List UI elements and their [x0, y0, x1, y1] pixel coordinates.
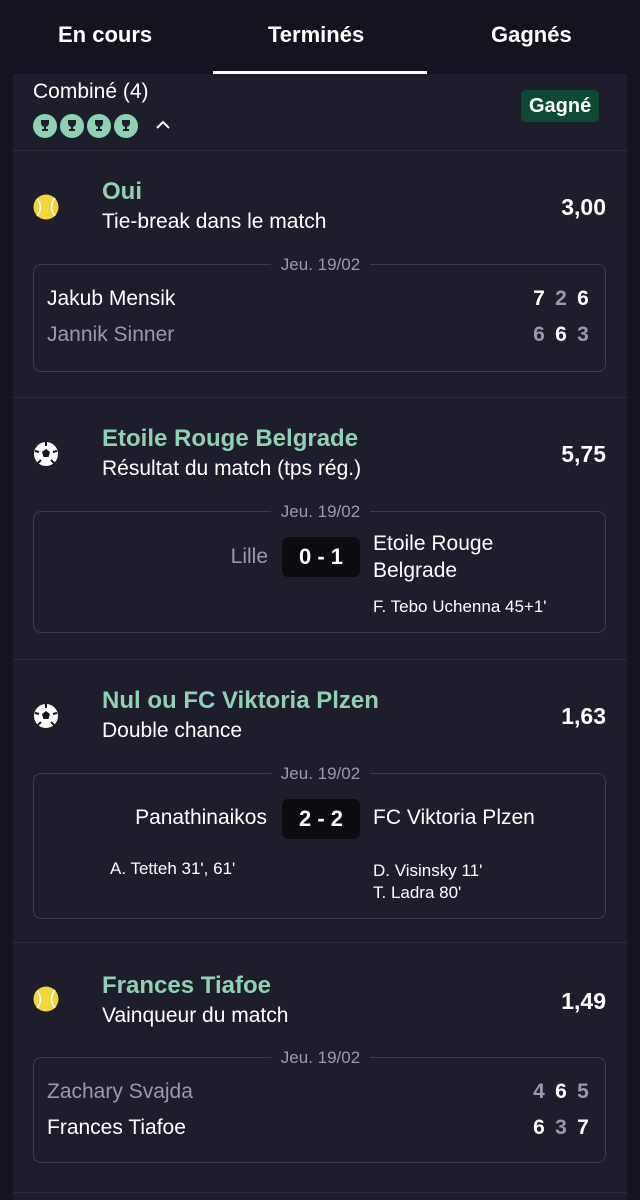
home-team: Panathinaikos	[135, 806, 267, 829]
selection-market: Vainqueur du match	[102, 1004, 289, 1027]
away-team: Etoile Rouge Belgrade	[373, 532, 494, 582]
set-score: 6	[533, 1116, 545, 1139]
set-score: 6	[555, 323, 567, 346]
set-score: 3	[577, 323, 589, 346]
set-scores: 6 6 3	[531, 323, 591, 347]
soccer-ball-icon	[34, 704, 58, 728]
soccer-ball-icon	[34, 442, 58, 466]
set-score: 5	[577, 1080, 589, 1103]
player-name: Jannik Sinner	[47, 323, 175, 346]
selection-pick: Nul ou FC Viktoria Plzen	[102, 687, 379, 714]
tab-en-cours[interactable]: En cours	[58, 22, 152, 48]
player-row: Jakub Mensik 7 2 6	[47, 287, 591, 317]
set-score: 2	[555, 287, 567, 310]
selection-odds: 5,75	[561, 441, 606, 467]
set-score: 4	[533, 1080, 545, 1103]
tab-termines[interactable]: Terminés	[268, 22, 364, 48]
player-row: Jannik Sinner 6 6 3	[47, 323, 591, 353]
match-score: 0 - 1	[282, 537, 360, 577]
trophy-icon	[87, 114, 111, 138]
selection-pick: Etoile Rouge Belgrade	[102, 425, 359, 452]
match-result-box: Jeu. 19/02 Lille 0 - 1 Etoile Rouge Belg…	[33, 502, 606, 633]
selection-4[interactable]: Frances Tiafoe Vainqueur du match 1,49 J…	[13, 942, 627, 1192]
tennis-ball-icon	[33, 986, 59, 1012]
player-name: Frances Tiafoe	[47, 1116, 186, 1139]
selection-market: Résultat du match (tps rég.)	[102, 457, 362, 480]
set-score: 7	[533, 287, 545, 310]
match-date: Jeu. 19/02	[34, 764, 607, 784]
selection-odds: 3,00	[561, 194, 606, 220]
chevron-up-icon[interactable]	[154, 116, 172, 139]
away-team: FC Viktoria Plzen	[373, 806, 535, 829]
tab-bar: En cours Terminés Gagnés	[0, 0, 640, 74]
set-score: 3	[555, 1116, 567, 1139]
match-date: Jeu. 19/02	[34, 255, 607, 275]
set-score: 7	[577, 1116, 589, 1139]
status-badge: Gagné	[521, 90, 600, 122]
match-result-box: Jeu. 19/02 Jakub Mensik 7 2 6 Jannik Sin…	[33, 255, 606, 372]
set-score: 6	[533, 323, 545, 346]
away-scorer: F. Tebo Uchenna 45+1'	[373, 597, 547, 616]
combo-legs-status[interactable]	[33, 114, 138, 138]
selection-odds: 1,49	[561, 988, 606, 1014]
set-score: 6	[577, 287, 589, 310]
away-scorer: D. Visinsky 11'	[373, 861, 483, 880]
selection-market: Tie-break dans le match	[102, 210, 327, 233]
selection-1[interactable]: Oui Tie-break dans le match 3,00 Jeu. 19…	[13, 150, 627, 397]
set-score: 6	[555, 1080, 567, 1103]
combo-title: Combiné (4)	[33, 80, 149, 103]
match-result-box: Jeu. 19/02 Zachary Svajda 4 6 5 Frances …	[33, 1048, 606, 1163]
selection-odds: 1,63	[561, 703, 606, 729]
trophy-icon	[60, 114, 84, 138]
trophy-icon	[114, 114, 138, 138]
divider	[13, 1192, 627, 1193]
match-date: Jeu. 19/02	[34, 502, 607, 522]
selection-market: Double chance	[102, 719, 243, 742]
player-row: Zachary Svajda 4 6 5	[47, 1080, 591, 1110]
player-row: Frances Tiafoe 6 3 7	[47, 1116, 591, 1146]
selection-pick: Frances Tiafoe	[102, 972, 271, 999]
match-score: 2 - 2	[282, 799, 360, 839]
away-scorer: T. Ladra 80'	[373, 883, 462, 902]
set-scores: 7 2 6	[531, 287, 591, 311]
home-team: Lille	[230, 545, 268, 568]
selection-pick: Oui	[102, 178, 142, 205]
trophy-icon	[33, 114, 57, 138]
match-result-box: Jeu. 19/02 Panathinaikos 2 - 2 FC Viktor…	[33, 764, 606, 919]
set-scores: 4 6 5	[531, 1080, 591, 1104]
tab-gagnes[interactable]: Gagnés	[491, 22, 572, 48]
tennis-ball-icon	[33, 194, 59, 220]
player-name: Jakub Mensik	[47, 287, 176, 310]
selection-3[interactable]: Nul ou FC Viktoria Plzen Double chance 1…	[13, 659, 627, 942]
home-scorer: A. Tetteh 31', 61'	[110, 859, 236, 878]
bet-card: Combiné (4) Gagné Oui Tie-break dans le …	[13, 74, 627, 1200]
selection-2[interactable]: Etoile Rouge Belgrade Résultat du match …	[13, 397, 627, 659]
player-name: Zachary Svajda	[47, 1080, 193, 1103]
match-date: Jeu. 19/02	[34, 1048, 607, 1068]
set-scores: 6 3 7	[531, 1116, 591, 1140]
